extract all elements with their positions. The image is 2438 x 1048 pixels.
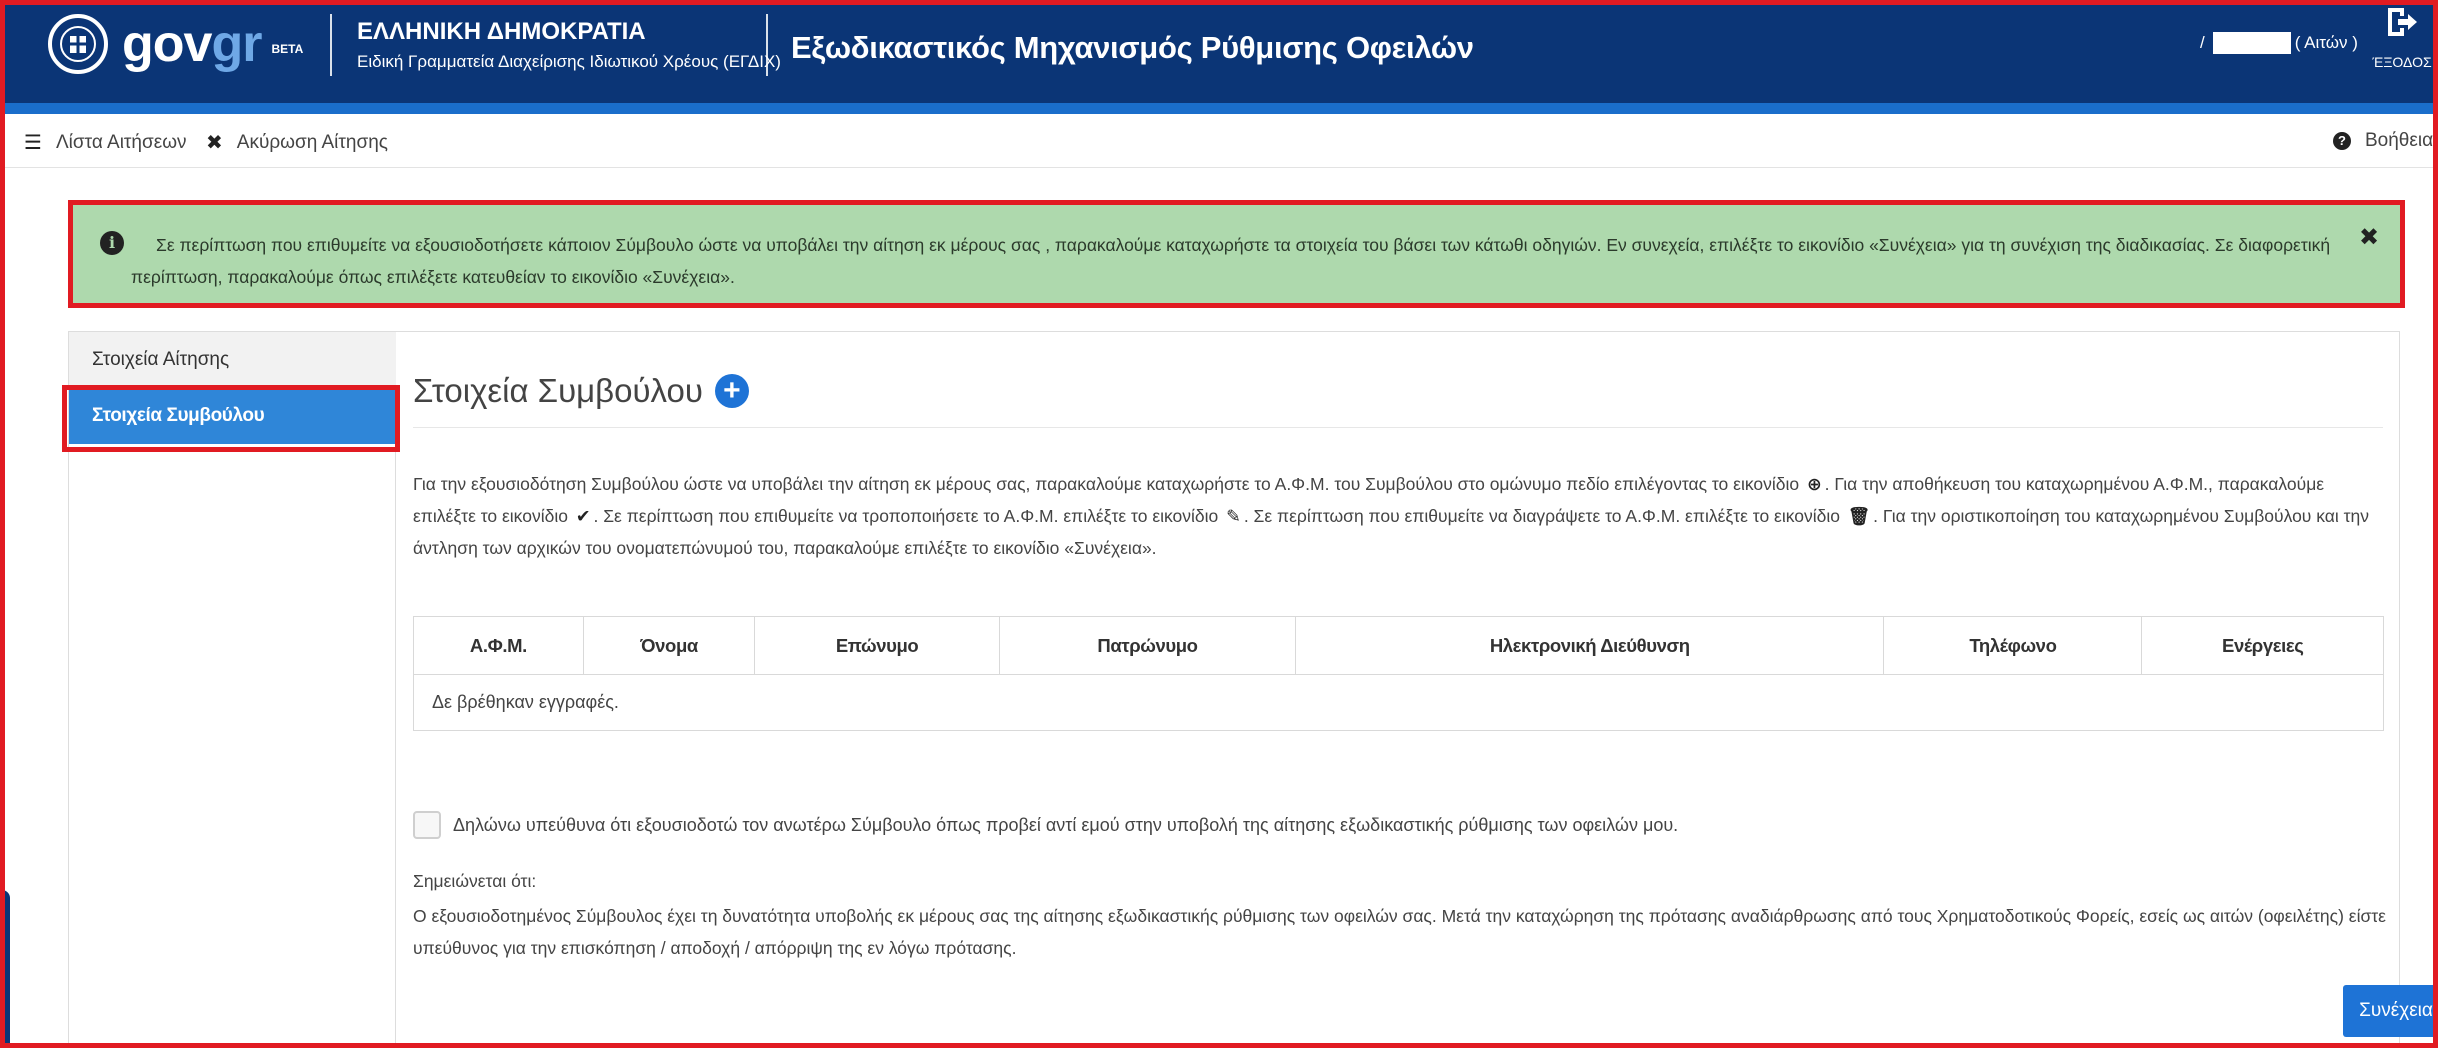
alert-text: Σε περίπτωση που επιθυμείτε να εξουσιοδο… bbox=[131, 235, 2331, 287]
declaration-label: Δηλώνω υπεύθυνα ότι εξουσιοδοτώ τον ανωτ… bbox=[453, 814, 1679, 835]
app-header: govgr BETA ΕΛΛΗΝΙΚΗ ΔΗΜΟΚΡΑΤΙΑ Ειδική Γρ… bbox=[0, 0, 2438, 103]
govgr-logo[interactable]: govgr BETA bbox=[48, 14, 303, 74]
trash-icon: 🗑 bbox=[1847, 506, 1871, 526]
cancel-application-link[interactable]: ✖ Ακύρωση Αίτησης bbox=[206, 130, 388, 155]
column-header: Πατρώνυμο bbox=[998, 616, 1297, 675]
continue-button[interactable]: Συνέχεια bbox=[2343, 985, 2438, 1037]
close-icon: ✖ bbox=[206, 132, 223, 154]
user-info: / ( Αιτών ) bbox=[2200, 32, 2358, 54]
logout-label: ΈΞΟΔΟΣ bbox=[2372, 54, 2432, 70]
table-row: Δε βρέθηκαν εγγραφές. bbox=[413, 674, 2384, 731]
header-stripe bbox=[0, 103, 2438, 114]
column-header: Α.Φ.Μ. bbox=[413, 616, 584, 675]
empty-table-message: Δε βρέθηκαν εγγραφές. bbox=[413, 674, 2384, 731]
applications-list-link[interactable]: ☰ Λίστα Αιτήσεων bbox=[24, 130, 187, 155]
user-prefix: / bbox=[2200, 33, 2205, 52]
section-title-text: Στοιχεία Συμβούλου bbox=[413, 372, 703, 409]
help-menu[interactable]: ? Βοήθεια ▼ bbox=[2333, 130, 2438, 152]
pencil-icon: ✎ bbox=[1226, 506, 1241, 526]
column-header: Όνομα bbox=[582, 616, 756, 675]
beta-badge: BETA bbox=[271, 42, 304, 56]
declaration-checkbox-row[interactable]: Δηλώνω υπεύθυνα ότι εξουσιοδοτώ τον ανωτ… bbox=[413, 811, 1678, 839]
advisors-table: Α.Φ.Μ. Όνομα Επώνυμο Πατρώνυμο Ηλεκτρονι… bbox=[413, 616, 2384, 731]
check-icon: ✔ bbox=[575, 506, 591, 526]
cancel-application-label: Ακύρωση Αίτησης bbox=[236, 131, 388, 153]
plus-circle-icon: ⊕ bbox=[1807, 474, 1822, 494]
sidebar-item-advisor-details[interactable]: Στοιχεία Συμβούλου bbox=[69, 388, 396, 444]
government-title: ΕΛΛΗΝΙΚΗ ΔΗΜΟΚΡΑΤΙΑ bbox=[357, 18, 646, 45]
toolbar: ☰ Λίστα Αιτήσεων ✖ Ακύρωση Αίτησης ? Βοή… bbox=[0, 114, 2438, 168]
column-header: Ενέργειες bbox=[2141, 616, 2384, 675]
logo-wordmark: govgr bbox=[122, 15, 262, 73]
table-header-row: Α.Φ.Μ. Όνομα Επώνυμο Πατρώνυμο Ηλεκτρονι… bbox=[413, 616, 2384, 675]
government-subtitle: Ειδική Γραμματεία Διαχείρισης Ιδιωτικού … bbox=[357, 52, 781, 71]
note-text: Ο εξουσιοδοτημένος Σύμβουλος έχει τη δυν… bbox=[413, 906, 2386, 958]
info-alert: i Σε περίπτωση που επιθυμείτε να εξουσιο… bbox=[68, 200, 2405, 308]
column-header: Ηλεκτρονική Διεύθυνση bbox=[1295, 616, 1885, 675]
help-label: Βοήθεια bbox=[2365, 130, 2434, 151]
steps-sidebar: Στοιχεία Αίτησης Στοιχεία Συμβούλου bbox=[69, 332, 396, 1048]
column-header: Επώνυμο bbox=[754, 616, 1000, 675]
app-title: Εξωδικαστικός Μηχανισμός Ρύθμισης Οφειλώ… bbox=[791, 30, 1474, 65]
applications-list-label: Λίστα Αιτήσεων bbox=[55, 131, 187, 153]
question-circle-icon: ? bbox=[2333, 132, 2351, 150]
application-panel: Στοιχεία Αίτησης Στοιχεία Συμβούλου Στοι… bbox=[68, 331, 2438, 1048]
header-divider bbox=[766, 14, 768, 76]
add-advisor-button[interactable]: + bbox=[714, 374, 749, 408]
info-circle-icon: i bbox=[100, 231, 124, 255]
logout-icon bbox=[2388, 8, 2417, 36]
sidebar-item-application-details[interactable]: Στοιχεία Αίτησης bbox=[69, 332, 396, 388]
greek-emblem-icon bbox=[48, 14, 108, 74]
alert-close-button[interactable]: ✖ bbox=[2359, 223, 2379, 252]
logout-button[interactable]: ΈΞΟΔΟΣ bbox=[2367, 4, 2437, 70]
divider bbox=[413, 427, 2383, 428]
section-title: Στοιχεία Συμβούλου + bbox=[413, 372, 749, 410]
header-divider bbox=[330, 14, 332, 76]
side-tab bbox=[0, 890, 10, 1048]
list-icon: ☰ bbox=[24, 132, 42, 154]
instructions-text: Για την εξουσιοδότηση Συμβούλου ώστε να … bbox=[413, 474, 2370, 558]
redacted-username bbox=[2212, 32, 2291, 54]
column-header: Τηλέφωνο bbox=[1883, 616, 2143, 675]
note-label: Σημειώνεται ότι: bbox=[413, 871, 537, 891]
user-role: ( Αιτών ) bbox=[2294, 33, 2358, 52]
declaration-checkbox[interactable] bbox=[413, 811, 441, 839]
